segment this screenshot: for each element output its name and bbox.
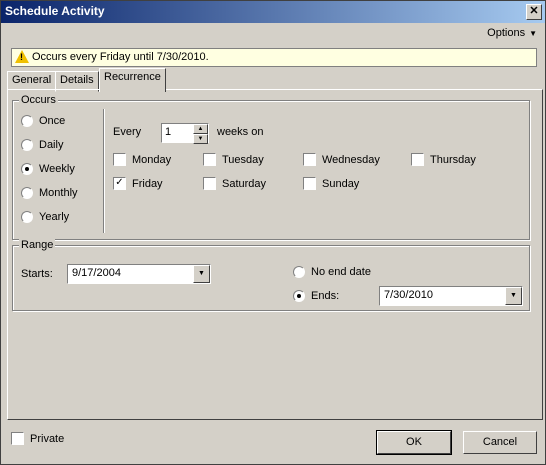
radio-label: Monthly <box>39 187 78 199</box>
day-friday-checkbox[interactable]: ✓ Friday <box>113 177 163 190</box>
checkbox-label: Saturday <box>222 177 267 190</box>
options-menu[interactable]: Options ▼ <box>487 27 537 39</box>
checkbox-box <box>411 153 424 166</box>
checkbox-box <box>113 153 126 166</box>
day-tuesday-checkbox[interactable]: Tuesday <box>203 153 264 166</box>
ok-button[interactable]: OK <box>376 430 452 455</box>
checkbox-label: Friday <box>132 177 163 190</box>
tab-recurrence[interactable]: Recurrence <box>99 68 166 92</box>
starts-value: 9/17/2004 <box>72 267 121 279</box>
radio-label: Yearly <box>39 211 70 223</box>
checkbox-box <box>303 153 316 166</box>
checkbox-label: Wednesday <box>322 153 380 166</box>
day-wednesday-checkbox[interactable]: Wednesday <box>303 153 380 166</box>
radio-indicator <box>21 163 33 175</box>
checkbox-box <box>203 177 216 190</box>
every-value: 1 <box>165 126 172 138</box>
radio-indicator <box>21 211 33 223</box>
chevron-down-icon: ▼ <box>529 29 537 38</box>
spinner-arrows: ▲ ▼ <box>193 124 208 144</box>
checkbox-label: Monday <box>132 153 172 166</box>
occurs-group: Occurs Once Daily Weekly Monthly Yearly <box>12 94 530 240</box>
schedule-activity-dialog: Schedule Activity ✕ Options ▼ ! Occurs ev… <box>0 0 546 465</box>
occurs-daily-radio[interactable]: Daily <box>21 139 63 151</box>
ends-radio[interactable]: Ends: <box>293 290 339 302</box>
radio-indicator <box>21 187 33 199</box>
title-bar: Schedule Activity ✕ <box>1 1 545 23</box>
radio-indicator <box>293 266 305 278</box>
day-sunday-checkbox[interactable]: Sunday <box>303 177 359 190</box>
checkmark-icon: ✓ <box>113 177 126 190</box>
day-monday-checkbox[interactable]: Monday <box>113 153 171 166</box>
starts-date-picker[interactable]: 9/17/2004 ▼ <box>67 264 211 284</box>
chevron-down-icon[interactable]: ▼ <box>193 265 210 283</box>
day-saturday-checkbox[interactable]: Saturday <box>203 177 266 190</box>
vertical-divider <box>103 109 105 233</box>
radio-label: Ends: <box>311 290 340 302</box>
ends-date-picker[interactable]: 7/30/2010 ▼ <box>379 286 523 306</box>
private-checkbox[interactable]: Private <box>11 432 64 445</box>
day-thursday-checkbox[interactable]: Thursday <box>411 153 476 166</box>
recurrence-panel: Occurs Once Daily Weekly Monthly Yearly <box>7 89 543 420</box>
checkbox-label: Tuesday <box>222 153 264 166</box>
radio-label: Weekly <box>39 163 75 175</box>
chevron-down-icon[interactable]: ▼ <box>505 287 522 305</box>
occurs-weekly-radio[interactable]: Weekly <box>21 163 75 175</box>
options-label: Options <box>487 27 526 39</box>
radio-label: No end date <box>311 266 371 278</box>
weeks-on-label: weeks on <box>217 126 264 138</box>
checkbox-box <box>11 432 24 445</box>
occurs-legend: Occurs <box>19 94 58 106</box>
every-weeks-spinner[interactable]: 1 ▲ ▼ <box>161 123 209 144</box>
checkbox-label: Private <box>30 432 65 445</box>
no-end-date-radio[interactable]: No end date <box>293 266 371 278</box>
close-button[interactable]: ✕ <box>526 4 542 20</box>
warning-icon: ! <box>15 50 29 63</box>
radio-label: Once <box>39 115 66 127</box>
occurs-monthly-radio[interactable]: Monthly <box>21 187 78 199</box>
ends-value: 7/30/2010 <box>384 289 433 301</box>
checkbox-box <box>203 153 216 166</box>
occurs-once-radio[interactable]: Once <box>21 115 65 127</box>
starts-label: Starts: <box>21 268 53 280</box>
range-group: Range Starts: 9/17/2004 ▼ No end date En… <box>12 239 530 311</box>
radio-label: Daily <box>39 139 64 151</box>
radio-indicator <box>21 139 33 151</box>
occurs-yearly-radio[interactable]: Yearly <box>21 211 69 223</box>
radio-indicator <box>21 115 33 127</box>
window-title: Schedule Activity <box>5 4 105 18</box>
checkbox-box <box>303 177 316 190</box>
spin-down-icon[interactable]: ▼ <box>193 134 208 144</box>
every-label: Every <box>113 126 142 138</box>
info-banner: ! Occurs every Friday until 7/30/2010. <box>11 48 537 67</box>
checkbox-label: Thursday <box>430 153 476 166</box>
radio-indicator <box>293 290 305 302</box>
cancel-button[interactable]: Cancel <box>463 431 537 454</box>
banner-text: Occurs every Friday until 7/30/2010. <box>32 51 209 63</box>
checkbox-label: Sunday <box>322 177 360 190</box>
spin-up-icon[interactable]: ▲ <box>193 124 208 134</box>
range-legend: Range <box>19 239 56 251</box>
